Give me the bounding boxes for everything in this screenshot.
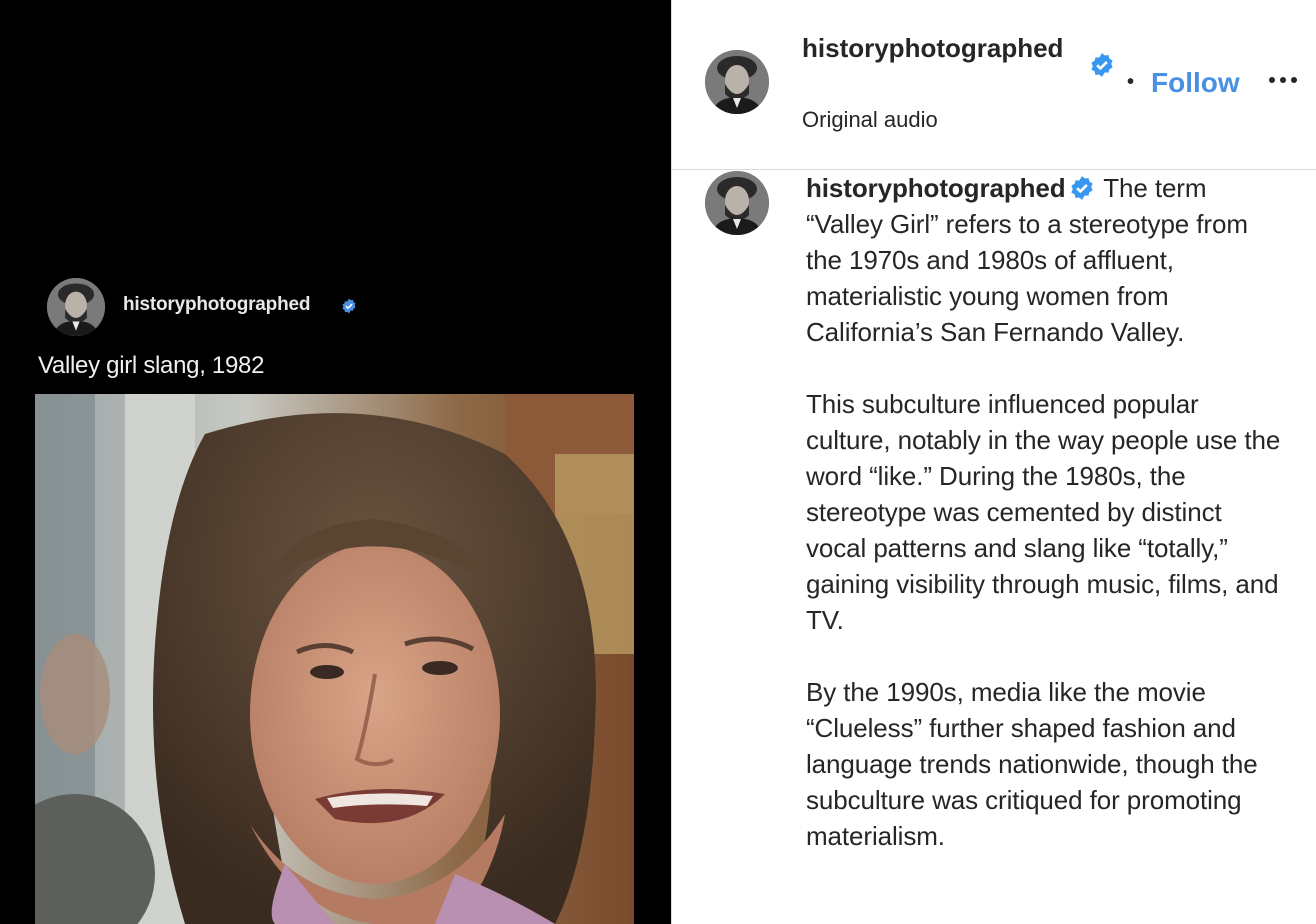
- separator-dot: •: [1127, 71, 1135, 93]
- media-panel[interactable]: historyphotographed Valley girl slang, 1…: [0, 0, 671, 924]
- video-still: [35, 394, 634, 924]
- author-avatar[interactable]: [705, 50, 769, 114]
- app-window: historyphotographed Valley girl slang, 1…: [0, 0, 1316, 924]
- caption-paragraph-3: By the 1990s, media like the movie “Clue…: [806, 677, 1258, 851]
- caption-comment: historyphotographed The term “Valley Gir…: [672, 170, 1316, 924]
- caption-avatar[interactable]: [705, 171, 769, 235]
- follow-button[interactable]: Follow: [1151, 67, 1240, 99]
- video-frame[interactable]: [35, 394, 634, 924]
- media-avatar: [47, 278, 105, 336]
- audio-link[interactable]: Original audio: [802, 107, 938, 133]
- author-username[interactable]: historyphotographed: [802, 30, 1082, 66]
- post-header: historyphotographed • Follow Original au…: [672, 0, 1316, 170]
- verified-badge-icon: [1069, 175, 1095, 201]
- post-detail-panel: historyphotographed • Follow Original au…: [671, 0, 1316, 924]
- media-caption: Valley girl slang, 1982: [38, 352, 265, 379]
- caption-paragraph: historyphotographed The term “Valley Gir…: [806, 170, 1286, 350]
- verified-badge-icon: [1089, 52, 1115, 78]
- more-horizontal-icon[interactable]: [1265, 62, 1305, 98]
- verified-badge-icon: [341, 298, 357, 314]
- caption-paragraph-2: This subculture influenced popular cultu…: [806, 389, 1281, 635]
- caption-username[interactable]: historyphotographed: [806, 173, 1066, 203]
- media-username: historyphotographed: [123, 294, 311, 315]
- caption-text: historyphotographed The term “Valley Gir…: [806, 170, 1286, 890]
